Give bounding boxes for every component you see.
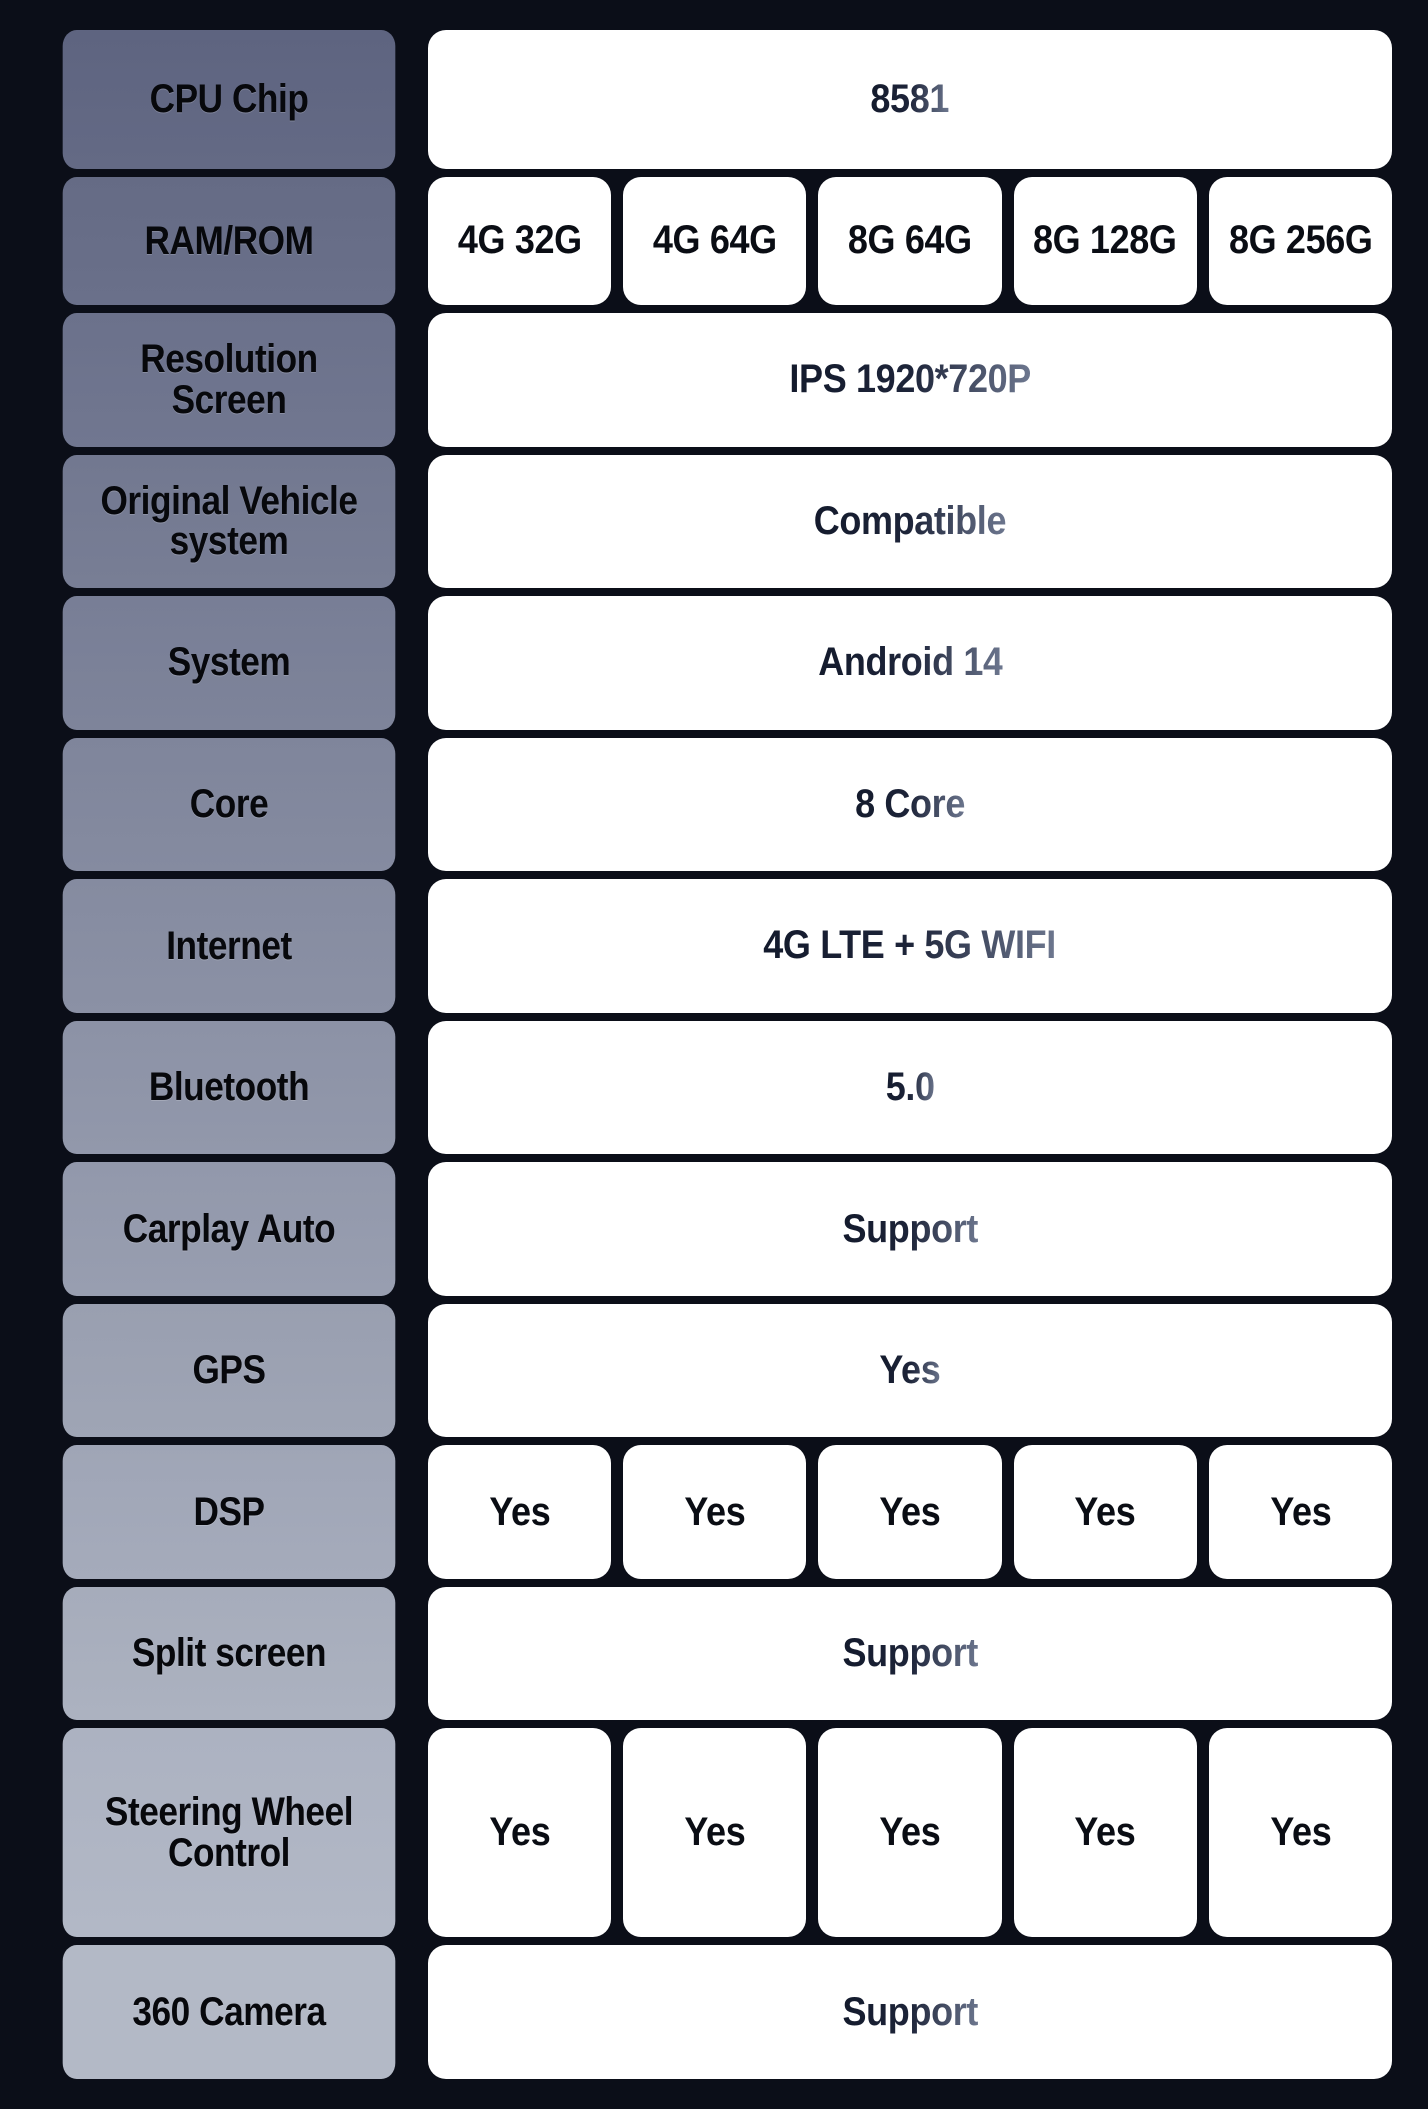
row-label: 360 Camera — [62, 1945, 396, 2079]
value-text: Yes — [1269, 1489, 1331, 1534]
value-text: Yes — [879, 1810, 941, 1855]
table-row: Steering Wheel Control Yes Yes Yes Yes Yes — [40, 1728, 1393, 1938]
table-row: Core 8 Core — [40, 737, 1392, 872]
value-text: Yes — [1269, 1810, 1331, 1855]
table-row: Bluetooth 5.0 — [40, 1020, 1392, 1155]
row-label: Original Vehicle system — [62, 454, 396, 589]
value-cell-variant: Yes — [1208, 1445, 1393, 1579]
value-cell-variant: 8G 128G — [1013, 176, 1197, 306]
value-cell: IPS 1920*720P — [428, 313, 1392, 447]
value-text: 5.0 — [885, 1064, 935, 1109]
value-cell-variant: 8G 256G — [1208, 176, 1393, 306]
value-cell: Support — [428, 1945, 1392, 2079]
value-text: Yes — [684, 1489, 746, 1534]
table-row: CPU Chip 8581 — [40, 30, 1392, 169]
specification-table: CPU Chip 8581 RAM/ROM 4G 32G 4G 64G 8G 64G 8G … — [0, 0, 1428, 2109]
value-text: Yes — [1074, 1810, 1136, 1855]
row-label: Internet — [62, 879, 396, 1013]
value-cell-variant: Yes — [623, 1728, 807, 1938]
row-label: Steering Wheel Control — [62, 1728, 396, 1938]
row-values: Android 14 — [428, 596, 1392, 730]
row-values: 8 Core — [428, 737, 1392, 872]
value-cell-variant: Yes — [1013, 1728, 1197, 1938]
table-row: DSP Yes Yes Yes Yes Yes — [40, 1445, 1393, 1579]
value-cell-variant: Yes — [818, 1728, 1002, 1938]
row-label: RAM/ROM — [62, 176, 396, 306]
value-cell-variant: 4G 64G — [623, 176, 807, 306]
value-text: 8581 — [870, 76, 950, 121]
value-text: Yes — [879, 1489, 941, 1534]
table-row: Internet 4G LTE + 5G WIFI — [40, 879, 1392, 1013]
table-row: 360 Camera Support — [40, 1945, 1392, 2079]
value-cell: 8 Core — [428, 737, 1392, 872]
row-values: Yes Yes Yes Yes Yes — [428, 1728, 1393, 1938]
value-cell: Support — [428, 1162, 1392, 1296]
row-values: Support — [428, 1945, 1392, 2079]
row-values: Compatible — [428, 454, 1392, 589]
value-text: 8G 64G — [848, 218, 972, 263]
value-text: Compatible — [813, 498, 1007, 543]
table-row: Carplay Auto Support — [40, 1162, 1392, 1296]
value-text: Support — [842, 1206, 978, 1251]
value-text: Yes — [684, 1810, 746, 1855]
row-values: 4G 32G 4G 64G 8G 64G 8G 128G 8G 256G — [428, 176, 1393, 306]
value-text: Yes — [489, 1489, 551, 1534]
value-text: Android 14 — [817, 640, 1003, 685]
value-cell: 8581 — [428, 30, 1392, 169]
value-text: Yes — [879, 1348, 941, 1393]
value-cell-variant: Yes — [1013, 1445, 1197, 1579]
row-label: CPU Chip — [62, 30, 396, 169]
value-cell: Compatible — [428, 454, 1392, 589]
value-text: IPS 1920*720P — [789, 357, 1031, 402]
table-row: Original Vehicle system Compatible — [40, 454, 1392, 589]
value-cell-variant: Yes — [428, 1445, 612, 1579]
value-cell: 4G LTE + 5G WIFI — [428, 879, 1392, 1013]
row-label: DSP — [62, 1445, 396, 1579]
table-row: Resolution Screen IPS 1920*720P — [40, 313, 1392, 447]
row-values: IPS 1920*720P — [428, 313, 1392, 447]
value-cell-variant: 4G 32G — [428, 176, 612, 306]
value-text: 4G LTE + 5G WIFI — [763, 923, 1057, 968]
row-values: Yes Yes Yes Yes Yes — [428, 1445, 1393, 1579]
value-cell-variant: Yes — [623, 1445, 807, 1579]
value-text: 8 Core — [855, 781, 965, 826]
value-text: 4G 32G — [457, 218, 582, 263]
value-text: 8G 256G — [1228, 218, 1373, 263]
table-row: RAM/ROM 4G 32G 4G 64G 8G 64G 8G 128G 8G 256G — [40, 176, 1393, 306]
value-text: Yes — [1074, 1489, 1136, 1534]
value-cell: 5.0 — [428, 1020, 1392, 1155]
value-cell: Yes — [428, 1303, 1392, 1438]
value-cell: Android 14 — [428, 596, 1392, 730]
row-values: Yes — [428, 1303, 1392, 1438]
value-cell-variant: Yes — [818, 1445, 1002, 1579]
row-values: 4G LTE + 5G WIFI — [428, 879, 1392, 1013]
row-label: Resolution Screen — [62, 313, 396, 447]
value-text: Support — [842, 1989, 978, 2034]
row-label: Core — [62, 737, 396, 872]
row-values: 8581 — [428, 30, 1392, 169]
table-row: System Android 14 — [40, 596, 1392, 730]
value-cell: Support — [428, 1586, 1392, 1721]
value-text: 8G 128G — [1033, 218, 1177, 263]
value-text: Support — [842, 1631, 978, 1676]
value-text: 4G 64G — [652, 218, 777, 263]
value-cell-variant: Yes — [1208, 1728, 1393, 1938]
table-row: Split screen Support — [40, 1586, 1392, 1721]
table-row: GPS Yes — [40, 1303, 1392, 1438]
value-text: Yes — [489, 1810, 551, 1855]
row-label: GPS — [62, 1303, 396, 1438]
row-values: 5.0 — [428, 1020, 1392, 1155]
row-values: Support — [428, 1162, 1392, 1296]
row-label: System — [62, 596, 396, 730]
row-values: Support — [428, 1586, 1392, 1721]
value-cell-variant: Yes — [428, 1728, 612, 1938]
value-cell-variant: 8G 64G — [818, 176, 1002, 306]
row-label: Bluetooth — [62, 1020, 396, 1155]
row-label: Carplay Auto — [62, 1162, 396, 1296]
row-label: Split screen — [62, 1586, 396, 1721]
